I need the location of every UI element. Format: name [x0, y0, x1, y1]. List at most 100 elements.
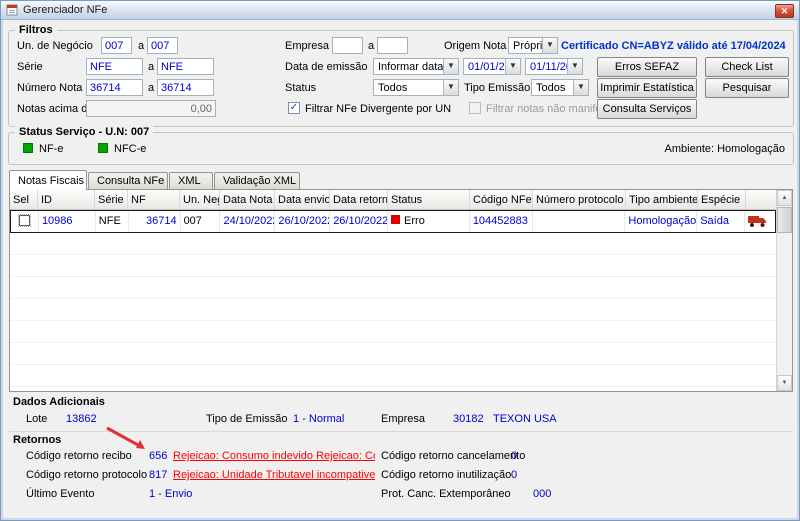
dados-adicionais-title: Dados Adicionais [13, 396, 105, 408]
title-bar[interactable]: Gerenciador NFe [1, 1, 799, 20]
scroll-up-icon: ▲ [781, 195, 788, 201]
cell-danfe[interactable] [745, 211, 775, 232]
col-header-data-nota[interactable]: Data Nota [220, 190, 275, 209]
data-emissao-from-picker[interactable]: 01/01/2023 ▼ [463, 58, 521, 75]
chevron-down-icon[interactable]: ▼ [443, 80, 458, 95]
notas-acima-input[interactable]: 0,00 [86, 100, 216, 117]
col-header-nf[interactable]: NF [128, 190, 180, 209]
col-header-especie[interactable]: Espécie [698, 190, 746, 209]
col-header-un-neg[interactable]: Un. Neg. [180, 190, 220, 209]
table-row-empty [10, 299, 776, 321]
status-value: Todos [378, 82, 408, 94]
tab-consulta-nfe[interactable]: Consulta NFe [88, 172, 168, 189]
cell-un-neg: 007 [181, 211, 221, 232]
nfe-status-ok-icon [23, 143, 33, 153]
window-title: Gerenciador NFe [23, 4, 108, 16]
origem-nota-select[interactable]: Própria ▼ [508, 37, 558, 54]
notas-grid: Sel ID Série NF Un. Neg. Data Nota Data … [9, 189, 793, 392]
cell-data-envio: 26/10/2022 [275, 211, 331, 232]
protocolo-rejection-link[interactable]: Rejeicao: Unidade Tributavel incompative… [173, 469, 375, 481]
numero-nota-from-input[interactable]: 36714 [86, 79, 143, 96]
numero-nota-range-sep: a [148, 82, 155, 94]
col-header-data-retorno[interactable]: Data retorno [330, 190, 388, 209]
certificate-info: Certificado CN=ABYZ válido até 17/04/202… [561, 40, 786, 52]
cell-status: Erro [388, 211, 470, 232]
data-emissao-mode-select[interactable]: Informar data ▼ [373, 58, 459, 75]
status-text: Erro [404, 215, 425, 227]
vertical-scrollbar[interactable]: ▲ ▼ [776, 190, 792, 391]
tipo-emissao-label: Tipo Emissão [464, 82, 531, 94]
tab-validacao-xml[interactable]: Validação XML [214, 172, 300, 189]
chevron-down-icon[interactable]: ▼ [443, 59, 458, 74]
recibo-rejection-link[interactable]: Rejeicao: Consumo indevido Rejeicao: Con… [173, 450, 375, 462]
inutilizacao-codigo: 0 [511, 469, 518, 481]
table-row-empty [10, 277, 776, 299]
tipo-emissao-select[interactable]: Todos ▼ [531, 79, 589, 96]
filtrar-divergente-checkbox[interactable]: ✓ [288, 102, 300, 114]
cell-numero-protocolo [533, 211, 626, 232]
ultimo-evento-label: Último Evento [26, 488, 95, 500]
chevron-down-icon[interactable]: ▼ [573, 80, 588, 95]
inutilizacao-label: Código retorno inutilização [381, 469, 512, 481]
status-select[interactable]: Todos ▼ [373, 79, 459, 96]
data-emissao-label: Data de emissão [285, 61, 368, 73]
close-button[interactable]: ✕ [775, 4, 794, 18]
ultimo-evento-value: 1 - Envio [149, 488, 193, 500]
annotation-arrow [106, 426, 145, 449]
cell-data-retorno: 26/10/2022 [330, 211, 389, 232]
cell-sel [11, 211, 39, 232]
status-servico-title: Status Serviço - U.N: 007 [15, 126, 154, 138]
check-list-button[interactable]: Check List [705, 57, 789, 77]
col-header-sel[interactable]: Sel [10, 190, 38, 209]
col-header-data-envio[interactable]: Data envio [275, 190, 330, 209]
filtrar-divergente-label[interactable]: Filtrar NFe Divergente por UN [305, 103, 451, 115]
consulta-servicos-button[interactable]: Consulta Serviços [597, 99, 697, 119]
col-header-serie[interactable]: Série [95, 190, 128, 209]
cell-data-nota: 24/10/2022 [220, 211, 276, 232]
col-header-blank [746, 190, 776, 209]
data-emissao-mode-value: Informar data [378, 61, 444, 73]
numero-nota-to-input[interactable]: 36714 [157, 79, 214, 96]
col-header-numero-protocolo[interactable]: Número protocolo [533, 190, 626, 209]
nfce-status-ok-icon [98, 143, 108, 153]
ambiente-label: Ambiente: Homologação [664, 143, 785, 155]
col-header-tipo-ambiente[interactable]: Tipo ambiente [626, 190, 698, 209]
tab-notas-fiscais[interactable]: Notas Fiscais [9, 170, 87, 190]
un-negocio-from-input[interactable]: 007 [101, 37, 132, 54]
serie-from-input[interactable]: NFE [86, 58, 143, 75]
col-header-id[interactable]: ID [38, 190, 95, 209]
chevron-down-icon[interactable]: ▼ [542, 38, 557, 53]
table-row[interactable]: 10986 NFE 36714 007 24/10/2022 26/10/202… [10, 210, 776, 233]
numero-nota-label: Número Nota [17, 82, 83, 94]
col-header-codigo-nfe[interactable]: Código NFe [470, 190, 533, 209]
pesquisar-button[interactable]: Pesquisar [705, 78, 789, 98]
app-icon [6, 4, 18, 16]
retornos-title: Retornos [13, 434, 62, 446]
prot-canc-value: 000 [533, 488, 552, 500]
scroll-down-icon: ▼ [781, 380, 788, 386]
col-header-status[interactable]: Status [388, 190, 470, 209]
chevron-down-icon[interactable]: ▼ [567, 59, 582, 74]
filtrar-manifestadas-checkbox [469, 102, 481, 114]
cell-tipo-ambiente: Homologação [625, 211, 698, 232]
row-checkbox[interactable] [18, 214, 31, 227]
chevron-down-icon[interactable]: ▼ [505, 59, 520, 74]
nfce-status-label: NFC-e [114, 143, 147, 155]
scrollbar-thumb[interactable] [777, 207, 792, 233]
scroll-down-button[interactable]: ▼ [777, 375, 792, 391]
cell-codigo-nfe: 104452883 [470, 211, 533, 232]
imprimir-estatistica-button[interactable]: Imprimir Estatística [597, 78, 697, 98]
origem-nota-label: Origem Nota [444, 40, 507, 52]
window-gerenciador-nfe: Gerenciador NFe ✕ Filtros Un. de Negócio… [0, 0, 800, 521]
empresa-to-input[interactable] [377, 37, 408, 54]
tab-xml[interactable]: XML [169, 172, 213, 189]
un-negocio-to-input[interactable]: 007 [147, 37, 178, 54]
lote-value: 13862 [66, 413, 97, 425]
empresa-from-input[interactable] [332, 37, 363, 54]
serie-to-input[interactable]: NFE [157, 58, 214, 75]
data-emissao-to-picker[interactable]: 01/11/2023 ▼ [525, 58, 583, 75]
erros-sefaz-button[interactable]: Erros SEFAZ [597, 57, 697, 77]
notas-acima-label: Notas acima de [17, 103, 94, 115]
cell-serie: NFE [96, 211, 129, 232]
scroll-up-button[interactable]: ▲ [777, 190, 792, 206]
